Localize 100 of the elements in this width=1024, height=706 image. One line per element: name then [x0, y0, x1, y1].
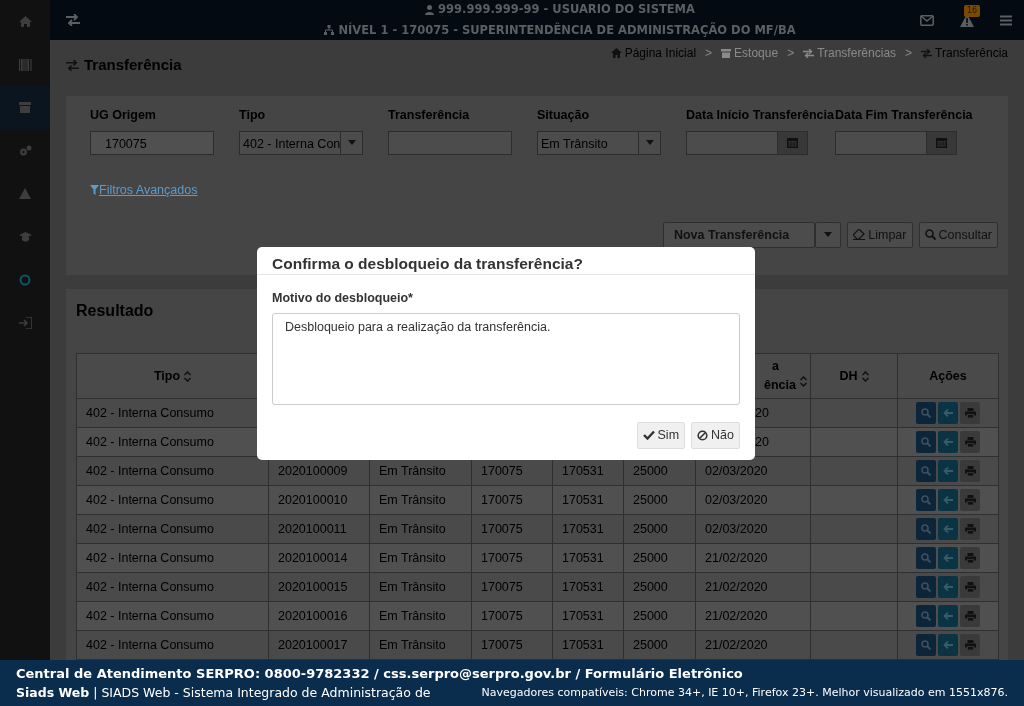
print-button[interactable]	[960, 576, 980, 598]
field-label: Data Fim Transferência	[835, 107, 974, 124]
new-transfer-button[interactable]: Nova Transferência	[662, 221, 816, 249]
notification-badge: 16	[964, 4, 981, 17]
arrow-left-icon	[943, 583, 953, 591]
arrow-left-icon	[943, 612, 953, 620]
back-button[interactable]	[938, 489, 958, 511]
column-header[interactable]: DH	[839, 366, 858, 386]
print-button[interactable]	[960, 489, 980, 511]
print-button[interactable]	[960, 634, 980, 656]
back-button[interactable]	[938, 605, 958, 627]
column-header[interactable]: a	[772, 357, 779, 376]
date-field[interactable]	[686, 130, 808, 155]
view-button[interactable]	[916, 431, 936, 453]
back-button[interactable]	[938, 576, 958, 598]
breadcrumb-link[interactable]: Página Inicial	[624, 44, 697, 62]
table-cell: Em Trânsito	[369, 630, 472, 660]
caret-icon	[347, 140, 356, 146]
print-button[interactable]	[960, 402, 980, 424]
transfer-icon	[921, 48, 933, 58]
view-button[interactable]	[916, 576, 936, 598]
menu-icon[interactable]	[1000, 14, 1012, 26]
home-icon[interactable]	[18, 16, 32, 27]
field-label: Transferência	[388, 107, 471, 124]
search-icon	[921, 582, 931, 592]
input-field[interactable]	[388, 130, 512, 155]
clear-button[interactable]: Limpar	[847, 221, 913, 249]
transfer-icon	[803, 48, 815, 58]
transfer-icon[interactable]	[66, 14, 80, 26]
archive-icon[interactable]	[19, 102, 31, 113]
envelope-icon[interactable]	[920, 14, 934, 26]
back-button[interactable]	[938, 634, 958, 656]
back-button[interactable]	[938, 460, 958, 482]
print-button[interactable]	[960, 460, 980, 482]
table-cell: 25000	[623, 514, 696, 544]
printer-icon	[964, 524, 976, 534]
table-cell: 02/03/2020	[695, 514, 811, 544]
date-field[interactable]	[835, 130, 957, 155]
table-cell: 170531	[552, 485, 624, 515]
breadcrumb-separator: >	[905, 45, 913, 62]
table-cell: 21/02/2020	[695, 543, 811, 573]
breadcrumb-separator: >	[705, 45, 713, 62]
dialog-title: Confirma o desbloqueio da transferência?	[257, 247, 755, 275]
reason-field[interactable]: Desbloqueio para a realização da transferência.	[272, 312, 740, 405]
print-button[interactable]	[960, 605, 980, 627]
gears-icon[interactable]	[18, 144, 32, 157]
back-button[interactable]	[938, 402, 958, 424]
sign-in-icon[interactable]	[18, 316, 32, 329]
view-button[interactable]	[916, 634, 936, 656]
printer-icon	[964, 611, 976, 621]
table-cell: 2020100010	[268, 485, 370, 515]
dropdown-toggle-button[interactable]	[815, 221, 842, 249]
circle-icon[interactable]	[19, 273, 31, 286]
barcode-icon[interactable]	[18, 58, 32, 71]
table-cell: 2020100016	[268, 601, 370, 631]
graduation-cap-icon[interactable]	[18, 231, 32, 242]
view-button[interactable]	[916, 605, 936, 627]
view-button[interactable]	[916, 547, 936, 569]
sort-icon[interactable]	[184, 370, 192, 382]
table-cell: 170075	[471, 572, 553, 602]
column-header[interactable]: Tipo	[153, 366, 181, 386]
printer-icon	[964, 582, 976, 592]
view-button[interactable]	[916, 402, 936, 424]
printer-icon	[964, 495, 976, 505]
breadcrumb-link[interactable]: Transferência	[935, 44, 1008, 62]
view-button[interactable]	[916, 489, 936, 511]
print-button[interactable]	[960, 431, 980, 453]
column-header[interactable]: ência	[764, 376, 796, 395]
sort-icon[interactable]	[800, 376, 807, 387]
search-icon	[921, 524, 931, 534]
yes-button[interactable]: Sim	[636, 421, 686, 449]
arrow-left-icon	[943, 409, 953, 417]
search-icon	[921, 611, 931, 621]
table-cell: 170531	[552, 543, 624, 573]
table-cell: 170075	[471, 514, 553, 544]
table-cell-text: 20	[755, 404, 769, 422]
advanced-filters-link[interactable]: Filtros Avançados	[90, 180, 198, 200]
sort-icon[interactable]	[861, 370, 869, 382]
transfer-icon	[66, 59, 79, 71]
table-cell: Em Trânsito	[369, 543, 472, 573]
search-icon	[921, 640, 931, 650]
select-field[interactable]: Em Trânsito	[537, 130, 661, 155]
warning-icon[interactable]	[19, 188, 31, 199]
table-cell: 25000	[623, 485, 696, 515]
no-button[interactable]: Não	[691, 421, 740, 449]
back-button[interactable]	[938, 518, 958, 540]
calendar-icon	[787, 137, 798, 149]
table-cell: 402 - Interna Consumo	[76, 543, 269, 573]
view-button[interactable]	[916, 518, 936, 540]
table-cell: 170075	[471, 630, 553, 660]
back-button[interactable]	[938, 431, 958, 453]
print-button[interactable]	[960, 518, 980, 540]
select-field[interactable]: 402 - Interna Con	[239, 130, 363, 155]
print-button[interactable]	[960, 547, 980, 569]
back-button[interactable]	[938, 547, 958, 569]
page-title: Transferência	[84, 55, 182, 75]
search-button[interactable]: Consultar	[918, 221, 998, 249]
view-button[interactable]	[916, 460, 936, 482]
table-cell: Em Trânsito	[369, 572, 472, 602]
table-cell: 25000	[623, 572, 696, 602]
